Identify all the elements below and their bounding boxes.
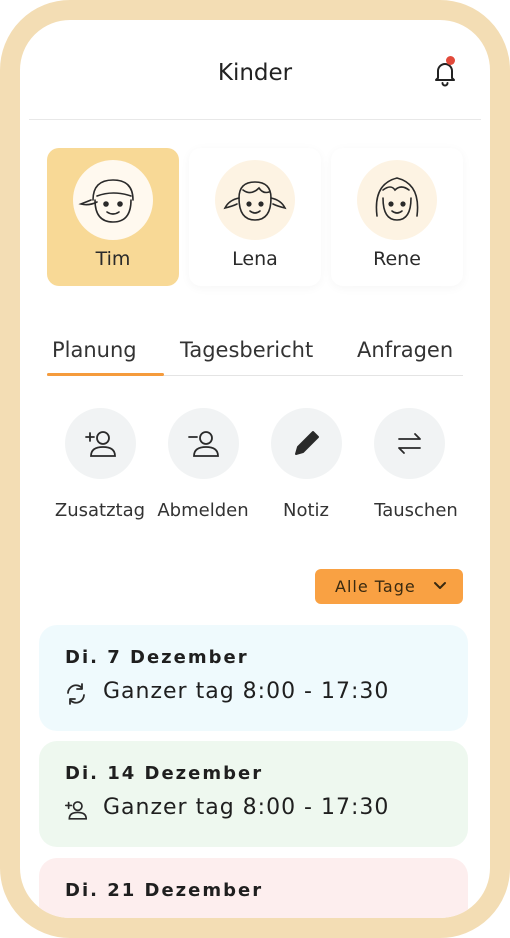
child-card-rene[interactable]: Rene: [331, 148, 463, 286]
user-plus-icon: [64, 801, 88, 820]
child-card-lena[interactable]: Lena: [189, 148, 321, 286]
day-schedule: Ganzer tag 8:00 - 17:30: [103, 795, 390, 820]
action-label-zusatztag: Zusatztag: [54, 500, 146, 521]
girl-pigtails-avatar-icon: [215, 160, 295, 240]
child-name: Tim: [95, 248, 131, 270]
day-card[interactable]: Di. 21 Dezember: [39, 858, 468, 918]
user-minus-icon: [188, 431, 219, 457]
pencil-icon: [295, 431, 319, 455]
child-name: Rene: [373, 248, 421, 270]
day-date: Di. 21 Dezember: [65, 880, 264, 901]
child-card-tim[interactable]: Tim: [47, 148, 179, 286]
refresh-icon: [67, 683, 85, 705]
action-label-notiz: Notiz: [283, 500, 329, 521]
active-tab-indicator: [47, 373, 164, 376]
tab-planung[interactable]: Planung: [52, 338, 137, 362]
day-card[interactable]: Di. 14 Dezember Ganzer tag 8:00 - 17:30: [39, 741, 468, 847]
deregister-button[interactable]: [168, 408, 239, 479]
page-title: Kinder: [217, 60, 293, 86]
girl-bob-avatar-icon: [357, 160, 437, 240]
chevron-down-icon: [434, 582, 446, 589]
boy-cap-avatar-icon: [73, 160, 153, 240]
app-screen: Kinder Tim Lena Rene Planung Tagesberich…: [20, 20, 490, 918]
tab-tagesbericht[interactable]: Tagesbericht: [180, 338, 313, 362]
action-label-tauschen: Tauschen: [374, 500, 458, 521]
filter-days-dropdown[interactable]: Alle Tage: [315, 569, 463, 604]
swap-button[interactable]: [374, 408, 445, 479]
swap-arrows-icon: [398, 433, 421, 454]
day-date: Di. 14 Dezember: [65, 763, 264, 784]
user-plus-icon: [85, 431, 116, 457]
day-date: Di. 7 Dezember: [65, 647, 249, 668]
bell-icon[interactable]: [430, 58, 460, 88]
note-button[interactable]: [271, 408, 342, 479]
notification-dot: [446, 56, 455, 65]
phone-frame: Kinder Tim Lena Rene Planung Tagesberich…: [0, 0, 510, 938]
filter-label: Alle Tage: [335, 577, 416, 596]
day-schedule: Ganzer tag 8:00 - 17:30: [103, 679, 390, 704]
tab-anfragen[interactable]: Anfragen: [357, 338, 453, 362]
child-name: Lena: [232, 248, 278, 270]
header-divider: [29, 119, 481, 120]
action-label-abmelden: Abmelden: [157, 500, 249, 521]
day-card[interactable]: Di. 7 Dezember Ganzer tag 8:00 - 17:30: [39, 625, 468, 731]
add-day-button[interactable]: [65, 408, 136, 479]
